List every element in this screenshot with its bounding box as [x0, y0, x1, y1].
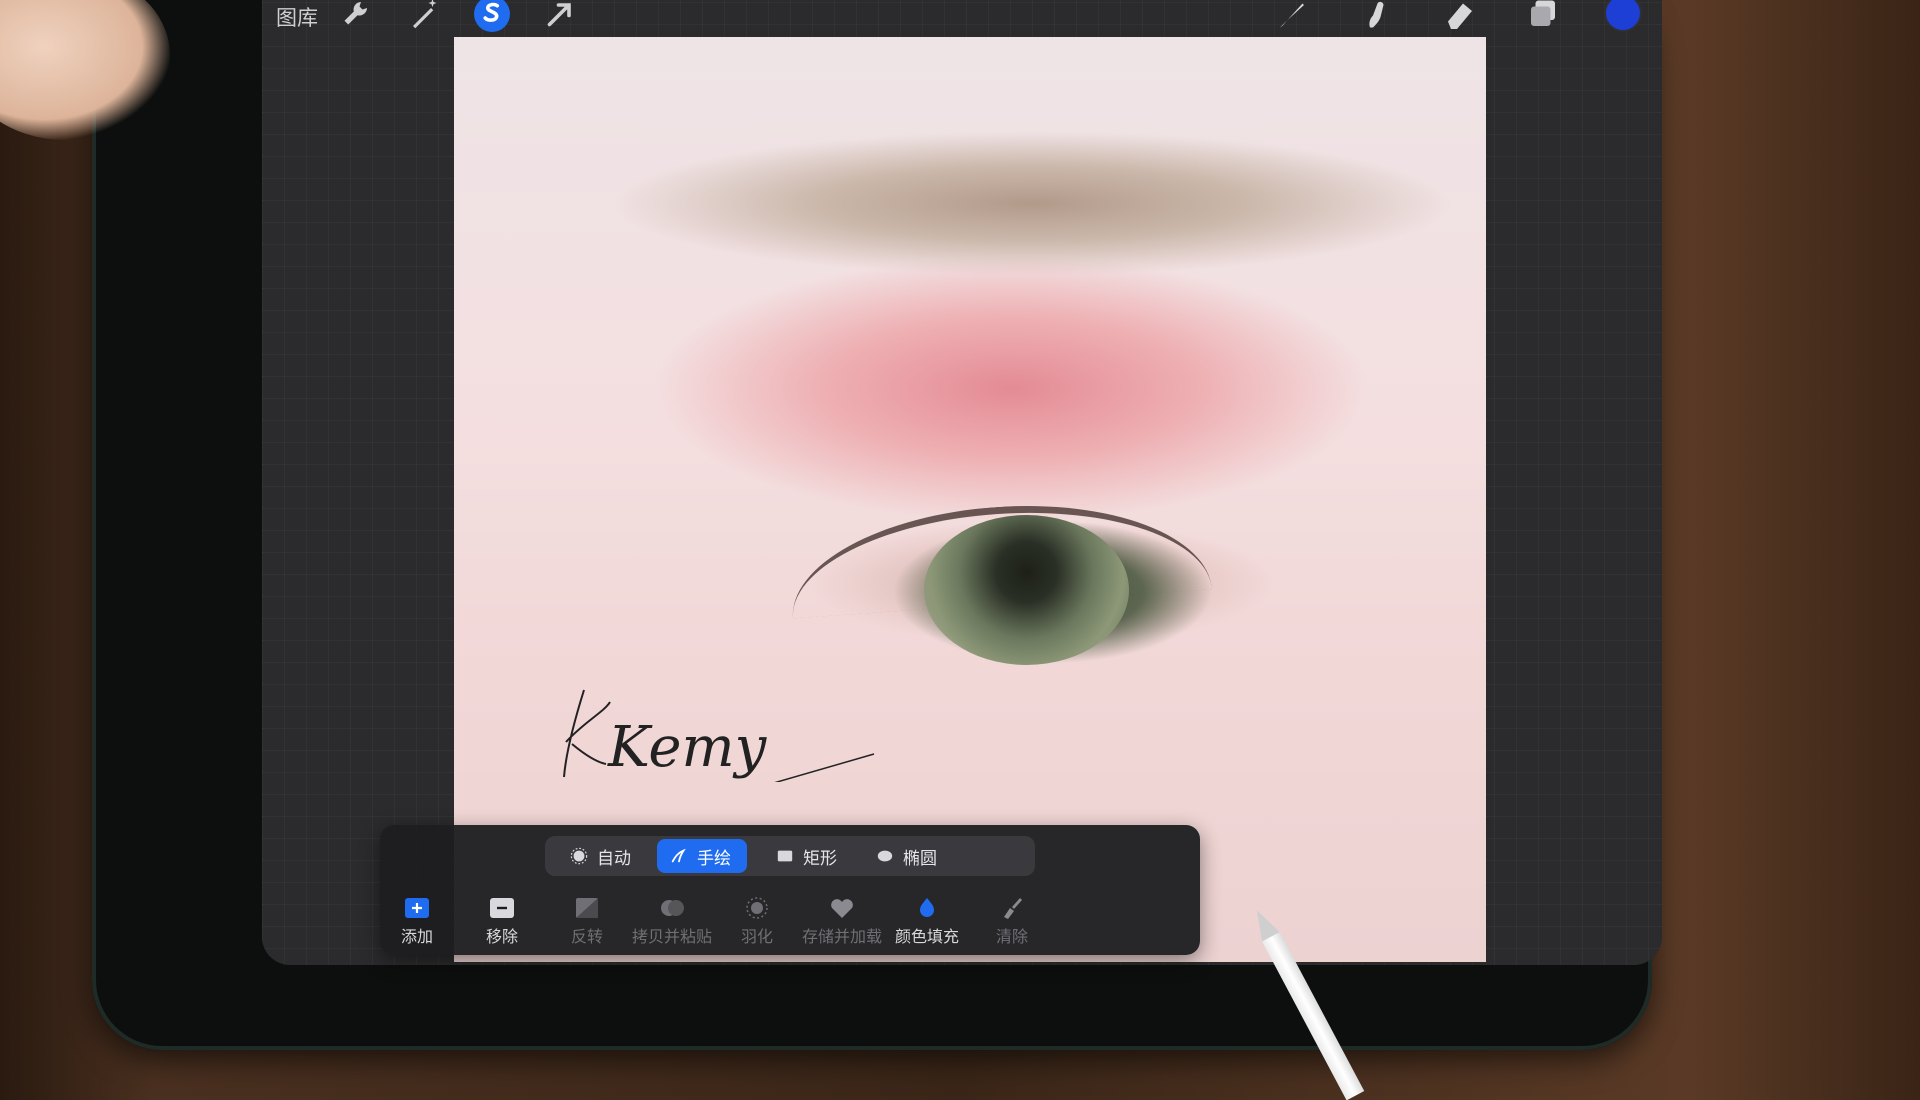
transform-icon[interactable] — [542, 0, 578, 32]
ellipse-icon — [875, 847, 895, 865]
layers-icon[interactable] — [1525, 0, 1561, 32]
color-picker-button[interactable] — [1606, 0, 1640, 30]
auto-icon — [569, 847, 589, 865]
top-toolbar: 图库 — [262, 0, 1662, 42]
feather-icon — [743, 895, 771, 921]
drawing-canvas[interactable]: Kemy — [454, 37, 1486, 962]
mode-ellipse-button[interactable]: 椭圆 — [863, 839, 949, 873]
selection-mode-row: 自动 手绘 矩形 椭圆 — [545, 836, 1035, 876]
smudge-icon[interactable] — [1358, 0, 1394, 32]
remove-icon — [488, 895, 516, 921]
invert-icon — [573, 895, 601, 921]
add-icon — [403, 895, 431, 921]
mode-auto-button[interactable]: 自动 — [557, 839, 643, 873]
gallery-button[interactable]: 图库 — [276, 2, 318, 32]
freehand-icon — [669, 847, 689, 865]
clear-icon — [998, 895, 1026, 921]
mode-freehand-button[interactable]: 手绘 — [657, 839, 747, 873]
clear-button[interactable]: 清除 — [957, 895, 1067, 951]
color-fill-icon — [913, 895, 941, 921]
copy-paste-icon — [658, 895, 686, 921]
iris-painting — [924, 515, 1129, 665]
magic-wand-icon[interactable] — [407, 0, 443, 32]
selection-icon[interactable] — [474, 0, 510, 32]
eraser-icon[interactable] — [1442, 0, 1478, 32]
procreate-screen: 图库 Kemy — [262, 0, 1662, 965]
brush-icon[interactable] — [1274, 0, 1310, 32]
mode-rectangle-button[interactable]: 矩形 — [763, 839, 849, 873]
rectangle-icon — [775, 847, 795, 865]
signature-text: Kemy — [607, 715, 768, 780]
selection-panel: 自动 手绘 矩形 椭圆 添加 移除 反转 拷贝并粘贴 羽化 存储并加载 颜色填充… — [380, 825, 1200, 955]
signature: Kemy — [563, 689, 875, 782]
wrench-icon[interactable] — [340, 0, 376, 32]
save-load-icon — [828, 895, 856, 921]
